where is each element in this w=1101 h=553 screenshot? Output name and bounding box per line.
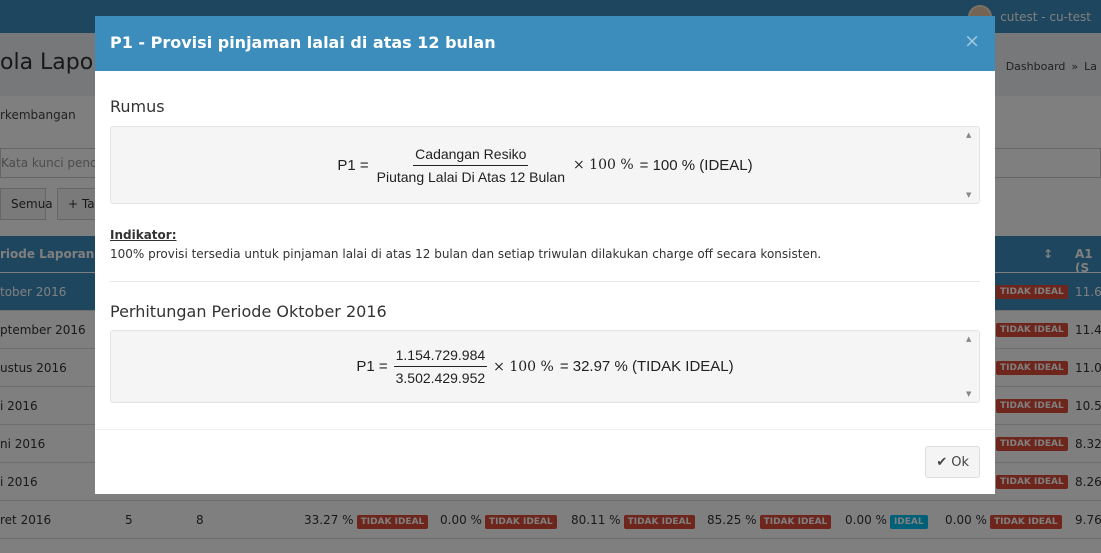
ok-button[interactable]: ✔ Ok <box>925 446 980 478</box>
divider <box>110 281 980 282</box>
scrollbar[interactable]: ▲ ▼ <box>966 335 974 398</box>
perhitungan-heading: Perhitungan Periode Oktober 2016 <box>110 302 387 321</box>
formula-fraction: 1.154.729.984 3.502.429.952 <box>393 347 488 386</box>
rumus-formula: P1 = Cadangan Resiko Piutang Lalai Di At… <box>337 145 753 185</box>
perhitungan-formula: P1 = 1.154.729.984 3.502.429.952 × 100 %… <box>356 347 734 386</box>
rumus-heading: Rumus <box>110 97 165 116</box>
modal-body: Rumus P1 = Cadangan Resiko Piutang Lalai… <box>110 71 980 403</box>
modal-header: P1 - Provisi pinjaman lalai di atas 12 b… <box>95 16 995 71</box>
close-icon[interactable]: × <box>964 30 980 52</box>
indicator-modal: P1 - Provisi pinjaman lalai di atas 12 b… <box>95 16 995 494</box>
scrollbar[interactable]: ▲ ▼ <box>966 131 974 199</box>
indikator-title: Indikator: <box>110 228 177 242</box>
formula-fraction: Cadangan Resiko Piutang Lalai Di Atas 12… <box>376 145 565 185</box>
modal-footer: ✔ Ok <box>95 429 995 494</box>
rumus-formula-box[interactable]: P1 = Cadangan Resiko Piutang Lalai Di At… <box>110 126 980 204</box>
modal-title: P1 - Provisi pinjaman lalai di atas 12 b… <box>110 33 496 52</box>
perhitungan-formula-box[interactable]: P1 = 1.154.729.984 3.502.429.952 × 100 %… <box>110 330 980 403</box>
check-icon: ✔ <box>936 454 948 470</box>
ok-label: Ok <box>951 454 969 470</box>
indikator-text: 100% provisi tersedia untuk pinjaman lal… <box>110 247 822 261</box>
